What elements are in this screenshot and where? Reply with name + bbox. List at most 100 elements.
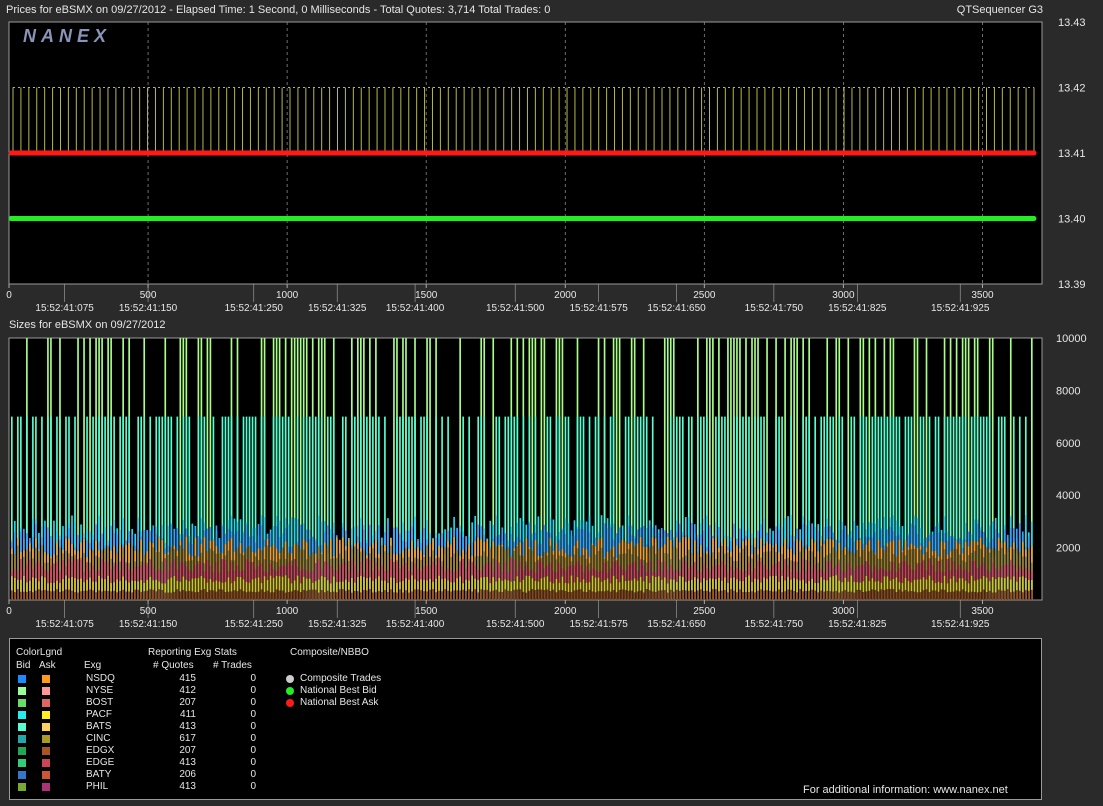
- y-tick-label: 10000: [1056, 334, 1087, 345]
- size-bar: [540, 589, 543, 600]
- size-bar: [847, 591, 850, 600]
- quotes-count: 207: [179, 697, 196, 708]
- x-tick-label: 3000: [832, 290, 855, 301]
- size-bar: [20, 591, 22, 600]
- size-bar: [510, 591, 513, 600]
- composite-label: National Best Bid: [300, 685, 377, 696]
- size-bar: [218, 589, 221, 600]
- size-bar: [516, 589, 519, 600]
- size-bar: [552, 589, 555, 600]
- size-bar: [886, 589, 889, 600]
- size-bar: [170, 592, 173, 600]
- size-bar: [778, 589, 780, 600]
- exg-name: BATY: [86, 769, 112, 780]
- size-bar: [489, 591, 492, 600]
- size-bar: [459, 590, 461, 600]
- size-bar: [964, 591, 967, 600]
- ask-header: Ask: [39, 660, 56, 671]
- size-bar: [468, 589, 470, 600]
- time-label: 15:52:41:150: [119, 619, 178, 630]
- size-bar: [350, 592, 353, 600]
- ask-swatch: [42, 675, 50, 683]
- size-bar: [820, 590, 823, 600]
- bid-header: Bid: [16, 660, 31, 671]
- size-bar: [985, 592, 988, 600]
- size-bar: [149, 589, 152, 600]
- size-bar: [230, 591, 233, 600]
- bid-swatch: [18, 735, 26, 743]
- size-bar: [588, 589, 591, 600]
- size-bar: [730, 589, 732, 600]
- size-bar: [946, 592, 949, 600]
- size-bar: [296, 590, 299, 600]
- size-bar: [898, 589, 901, 600]
- size-bar: [140, 591, 143, 600]
- legend-row: CINC 617 0: [10, 733, 310, 745]
- size-bar: [372, 592, 374, 600]
- size-bar: [191, 591, 194, 600]
- size-bar: [137, 589, 140, 600]
- size-bar: [167, 592, 170, 600]
- bid-swatch: [18, 711, 26, 719]
- size-bar: [931, 590, 934, 600]
- size-bar: [1030, 589, 1033, 600]
- size-bar: [549, 590, 552, 600]
- ask-swatch: [42, 699, 50, 707]
- x-tick-label: 0: [6, 290, 12, 301]
- size-bar: [531, 589, 534, 600]
- size-bar: [757, 590, 759, 600]
- bid-swatch: [18, 771, 26, 779]
- size-bar: [68, 589, 70, 600]
- size-bar: [14, 592, 16, 600]
- size-bar: [176, 589, 179, 600]
- size-bar: [444, 589, 446, 600]
- size-bar: [426, 591, 428, 600]
- size-bar: [107, 591, 109, 600]
- time-label: 15:52:41:400: [386, 303, 445, 314]
- size-bar: [706, 590, 708, 600]
- size-bar: [952, 591, 955, 600]
- size-bar: [278, 590, 281, 600]
- bid-swatch: [18, 699, 26, 707]
- size-bar: [366, 590, 368, 600]
- size-bar: [633, 592, 636, 600]
- size-bar: [636, 591, 639, 600]
- time-label: 15:52:41:400: [386, 619, 445, 630]
- size-bar: [143, 591, 146, 600]
- size-bar: [299, 592, 302, 600]
- size-bar: [618, 589, 621, 600]
- legend-row: BATY 206 0: [10, 769, 310, 781]
- quotes-count: 617: [179, 733, 196, 744]
- exg-header: Exg: [84, 660, 102, 671]
- sizes-chart: 1000080006000400020000 500 1000 1500 2000 250…: [6, 334, 1087, 630]
- size-bar: [266, 590, 269, 600]
- exg-name: EDGE: [86, 757, 115, 768]
- composite-dot: [286, 687, 294, 695]
- size-bar: [603, 591, 606, 600]
- size-bar: [724, 590, 726, 600]
- time-label: 15:52:41:150: [119, 303, 178, 314]
- size-bar: [62, 591, 64, 600]
- footer-link[interactable]: For additional information: www.nanex.ne…: [803, 784, 1008, 796]
- size-bar: [775, 591, 777, 600]
- legend-row: BATS 413 0: [10, 721, 310, 733]
- size-bar: [347, 589, 350, 600]
- size-bar: [335, 592, 338, 600]
- size-bar: [203, 589, 206, 600]
- size-bar: [576, 589, 579, 600]
- size-bar: [116, 592, 118, 600]
- x-tick-label: 1500: [415, 290, 438, 301]
- size-bar: [817, 592, 820, 600]
- size-bar: [248, 591, 251, 600]
- size-bar: [155, 591, 158, 600]
- size-bar: [164, 592, 167, 600]
- size-bar: [290, 591, 293, 600]
- exg-name: NYSE: [86, 685, 114, 696]
- size-bar: [979, 591, 982, 600]
- size-bar: [892, 589, 895, 600]
- size-bar: [101, 591, 103, 600]
- size-bar: [832, 591, 835, 600]
- size-bar: [988, 590, 991, 600]
- size-bar: [883, 590, 886, 600]
- size-bar: [92, 590, 94, 600]
